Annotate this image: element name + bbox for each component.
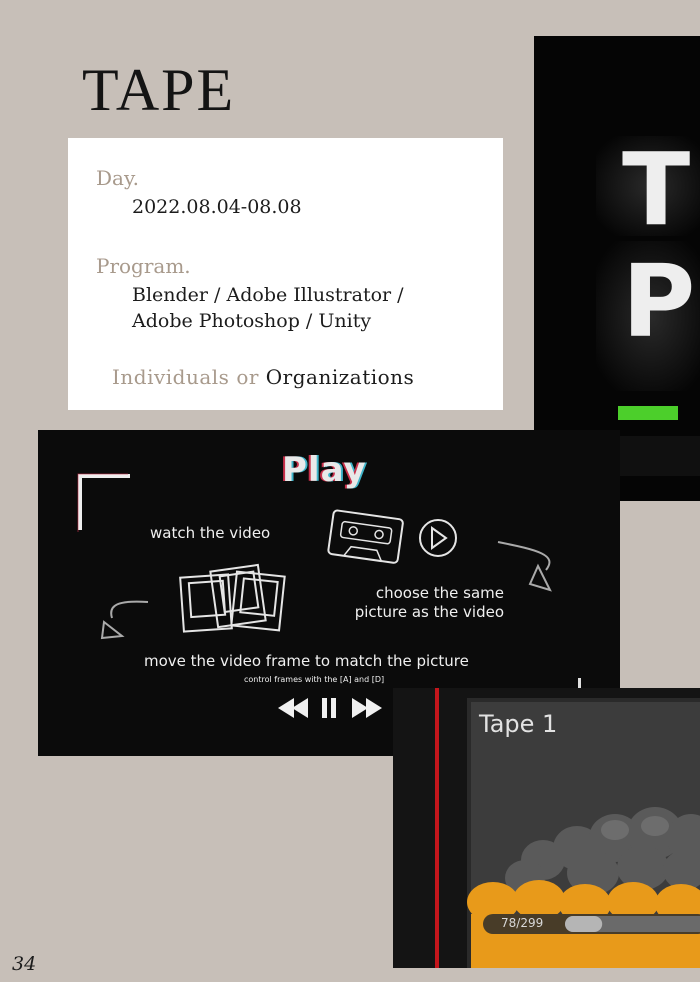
watch-video-text: watch the video — [150, 524, 271, 542]
play-circle-icon — [419, 519, 457, 557]
progress-bar-fill — [565, 916, 603, 932]
green-bar — [618, 406, 678, 420]
day-label: Day. — [96, 166, 139, 190]
move-frame-text: move the video frame to match the pictur… — [144, 652, 469, 670]
render-letter-p: P — [622, 243, 695, 360]
page-title: TAPE — [82, 57, 236, 123]
page-number: 34 — [12, 953, 37, 975]
rewind-icon — [278, 698, 308, 718]
red-edge-line — [435, 688, 439, 968]
or-text: or — [236, 365, 259, 389]
control-frames-text: control frames with the [A] and [D] — [244, 675, 385, 684]
divider-tick — [578, 678, 581, 688]
pause-icon — [322, 698, 336, 718]
individuals-text: Individuals — [112, 365, 230, 389]
program-line-2: Adobe Photoshop / Unity — [132, 310, 372, 332]
fast-forward-icon — [352, 698, 382, 718]
corner-bracket-icon — [78, 474, 130, 530]
tape-gameplay-screenshot: Tape 1 78/299 — [393, 688, 700, 968]
arrow-left-icon — [110, 600, 149, 619]
day-value: 2022.08.04-08.08 — [132, 196, 302, 218]
program-line-1: Blender / Adobe Illustrator / — [132, 284, 404, 306]
cassette-icon — [327, 509, 404, 564]
arrow-right-icon — [497, 541, 551, 571]
tape-label: Tape 1 — [479, 710, 558, 738]
info-card: Day. 2022.08.04-08.08 Program. Blender /… — [68, 138, 503, 410]
progress-text: 78/299 — [501, 916, 544, 930]
choose-picture-text: choose the same picture as the video — [330, 584, 504, 622]
choose-line-1: choose the same — [375, 584, 504, 602]
choose-line-2: picture as the video — [354, 603, 504, 621]
audience-line: Individuals or Organizations — [112, 364, 414, 391]
organizations-text: Organizations — [265, 365, 415, 389]
play-title: Play — [282, 450, 367, 490]
render-letter-t: T — [622, 131, 690, 248]
program-label: Program. — [96, 254, 191, 278]
photos-icon — [179, 563, 286, 633]
